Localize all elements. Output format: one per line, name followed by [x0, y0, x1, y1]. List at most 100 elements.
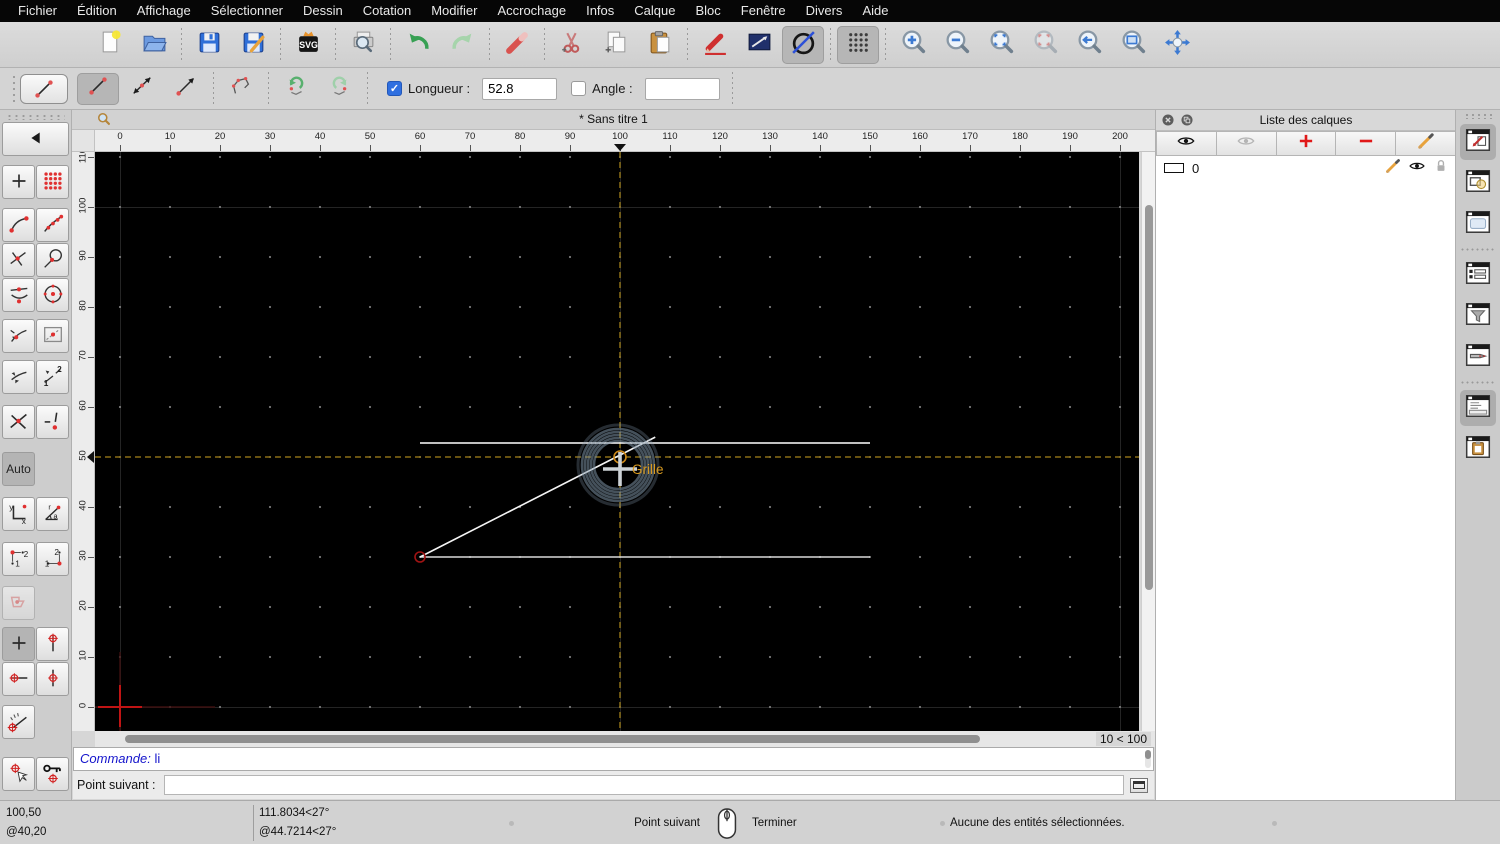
menu-item[interactable]: Fenêtre	[731, 0, 796, 22]
delete-selected-button[interactable]	[496, 26, 538, 64]
menu-item[interactable]: Affichage	[127, 0, 201, 22]
hide-all-layers-button[interactable]	[1216, 131, 1277, 156]
zoom-auto-button[interactable]	[980, 26, 1022, 64]
zoom-redraw-button[interactable]	[1068, 26, 1110, 64]
command-history[interactable]: Commande: li	[73, 747, 1154, 771]
snap-on-entity-button[interactable]	[36, 208, 69, 242]
menu-item[interactable]: Dessin	[293, 0, 353, 22]
cad-canvas[interactable]: Grille	[95, 152, 1139, 731]
layer-row[interactable]: 0	[1156, 156, 1456, 180]
line-vector-button[interactable]	[165, 73, 207, 105]
grid-toggle[interactable]	[837, 25, 879, 64]
menu-item[interactable]: Fichier	[8, 0, 67, 22]
snap-center-button[interactable]	[36, 278, 69, 312]
undo-button[interactable]	[397, 26, 439, 64]
zoom-pan-button[interactable]	[1156, 26, 1198, 64]
print-preview-button[interactable]	[342, 26, 384, 64]
edit-layer-icon[interactable]	[1384, 157, 1402, 180]
keyboard-focus-button[interactable]	[1130, 777, 1148, 793]
sidebar-collapse-button[interactable]	[2, 122, 69, 156]
ref-point-order-alt-button[interactable]: 12	[36, 542, 69, 576]
auto-snap-button[interactable]: Auto	[2, 452, 35, 486]
cut-button[interactable]	[551, 26, 593, 64]
menu-item[interactable]: Aide	[852, 0, 898, 22]
paste-button[interactable]	[639, 26, 681, 64]
menu-item[interactable]: Cotation	[353, 0, 421, 22]
menu-item[interactable]: Divers	[796, 0, 853, 22]
redo-button[interactable]	[441, 26, 483, 64]
remove-layer-button[interactable]	[1336, 131, 1397, 156]
dock-pen-wizard-button[interactable]	[1460, 339, 1496, 375]
restrict-vertical-button[interactable]	[36, 662, 69, 696]
menu-item[interactable]: Accrochage	[487, 0, 576, 22]
snap-middle-button[interactable]	[2, 278, 35, 312]
angle-input[interactable]	[644, 77, 720, 100]
set-relative-zero-button[interactable]	[2, 757, 35, 791]
coordinate-polar-button[interactable]: ra	[36, 497, 69, 531]
lock-relative-zero-button[interactable]	[36, 757, 69, 791]
document-title[interactable]: * Sans titre 1	[72, 112, 1155, 126]
dock-view-list-button[interactable]	[1460, 257, 1496, 293]
redo-segment-button[interactable]	[319, 73, 361, 105]
line-attributes-button[interactable]	[738, 26, 780, 64]
open-file-button[interactable]	[133, 26, 175, 64]
vertical-scrollbar-thumb[interactable]	[1145, 205, 1153, 590]
zoom-window-button[interactable]	[1112, 26, 1154, 64]
new-document-button[interactable]	[89, 26, 131, 64]
menu-item[interactable]: Calque	[624, 0, 685, 22]
save-as-button[interactable]	[232, 26, 274, 64]
zoom-in-button[interactable]	[892, 26, 934, 64]
add-layer-button[interactable]	[1276, 131, 1337, 156]
dock-command-line-button[interactable]	[1460, 390, 1496, 426]
dock-block-list-button[interactable]	[1460, 165, 1496, 201]
line-two-points-button[interactable]	[77, 72, 119, 105]
restrict-horizontal-button[interactable]	[2, 662, 35, 696]
line-angle-button[interactable]	[121, 73, 163, 105]
restrict-angle-steps-button[interactable]: 12	[36, 360, 69, 394]
restrict-nothing-button[interactable]	[2, 627, 35, 661]
angle-checkbox[interactable]	[571, 81, 587, 96]
copy-button[interactable]	[595, 26, 637, 64]
length-checkbox[interactable]: ✓	[387, 81, 402, 96]
attributes-pen-button[interactable]	[694, 26, 736, 64]
coordinate-cartesian-button[interactable]: yx	[2, 497, 35, 531]
length-input[interactable]	[482, 77, 558, 100]
menu-item[interactable]: Édition	[67, 0, 127, 22]
zoom-out-button[interactable]	[936, 26, 978, 64]
menu-item[interactable]: Bloc	[685, 0, 730, 22]
command-scrollbar[interactable]	[1145, 750, 1151, 768]
menu-item[interactable]: Modifier	[421, 0, 487, 22]
dock-layer-list-button[interactable]	[1460, 124, 1496, 160]
ref-point-order-button[interactable]: 12	[2, 542, 35, 576]
restrict-angle-button[interactable]	[2, 360, 35, 394]
snap-intersection-button[interactable]	[2, 243, 35, 277]
zoom-previous-button[interactable]	[1024, 26, 1066, 64]
layer-visibility-icon[interactable]	[1408, 157, 1426, 180]
angle-snap-button[interactable]	[2, 705, 35, 739]
show-all-layers-button[interactable]	[1156, 131, 1217, 156]
dock-library-button[interactable]	[1460, 206, 1496, 242]
dock-filter-button[interactable]	[1460, 298, 1496, 334]
polyline-button[interactable]	[220, 73, 262, 105]
dock-drag-handle[interactable]	[1464, 113, 1492, 119]
layer-lock-icon[interactable]	[1432, 157, 1450, 180]
command-input[interactable]	[163, 775, 1124, 795]
export-svg-button[interactable]: SVG	[287, 26, 329, 64]
snap-endpoint-button[interactable]	[2, 208, 35, 242]
snap-grid-button[interactable]	[36, 165, 69, 199]
draft-mode-toggle[interactable]	[782, 25, 824, 64]
snap-intersection-manual-button[interactable]	[2, 405, 35, 439]
menu-item[interactable]: Sélectionner	[201, 0, 293, 22]
restrict-orthogonal-button[interactable]	[36, 627, 69, 661]
snap-selected-button[interactable]	[2, 586, 35, 620]
undo-segment-button[interactable]	[275, 73, 317, 105]
save-button[interactable]	[188, 26, 230, 64]
snap-tangent-button[interactable]	[36, 243, 69, 277]
snap-exclusive-button[interactable]	[36, 405, 69, 439]
snap-free-button[interactable]	[2, 165, 35, 199]
sidebar-drag-handle[interactable]	[6, 114, 65, 120]
snap-distance-button[interactable]	[36, 319, 69, 353]
dock-clipboard-button[interactable]	[1460, 431, 1496, 467]
edit-layer-button[interactable]	[1396, 131, 1456, 156]
snap-nearest-button[interactable]	[2, 319, 35, 353]
